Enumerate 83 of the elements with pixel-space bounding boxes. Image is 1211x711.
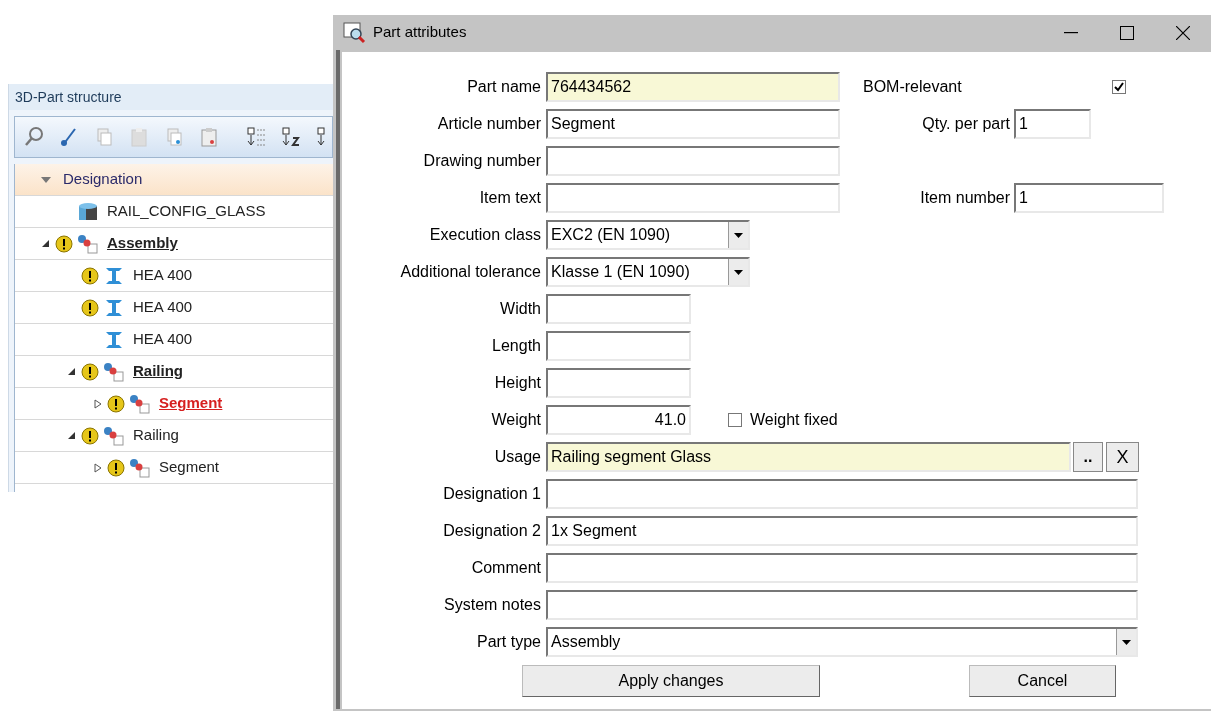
assembly-icon [103, 425, 125, 446]
maximize-icon [1120, 25, 1134, 40]
magnifier-icon [343, 21, 367, 44]
field-label: Designation 2 [442, 521, 542, 541]
tree-item-label[interactable]: HEA 400 [133, 264, 193, 287]
checkbox[interactable] [1112, 80, 1126, 94]
field-label: BOM-relevant [863, 77, 963, 97]
text-field[interactable] [546, 553, 1138, 583]
expanded-arrow-icon[interactable] [41, 238, 51, 249]
tree-item-label[interactable]: Segment [159, 392, 223, 415]
tree-item-label[interactable]: Segment [159, 456, 220, 479]
field-label: Additional tolerance [399, 262, 542, 282]
window-title: Part attributes [373, 22, 468, 43]
panel-title: 3D-Part structure [9, 84, 333, 110]
text-field[interactable]: 1 [1014, 109, 1091, 139]
checkbox-label: Weight fixed [750, 410, 838, 430]
field-label: Item number [919, 188, 1011, 208]
assembly-icon [77, 233, 99, 254]
collapse-tree-icon[interactable] [246, 126, 268, 148]
caret-icon [1122, 639, 1131, 645]
assembly-icon [129, 393, 151, 414]
field-label: Width [499, 299, 542, 319]
tree-item-label[interactable]: Assembly [107, 232, 178, 255]
field-label: System notes [443, 595, 542, 615]
field-label: Weight [490, 410, 542, 430]
clear-button[interactable]: X [1106, 442, 1139, 472]
number-field[interactable]: 41.0 [546, 405, 691, 435]
field-label: Item text [478, 188, 542, 208]
checkbox[interactable] [728, 413, 742, 427]
expanded-arrow-icon[interactable] [67, 430, 77, 441]
field-label: Execution class [428, 225, 542, 245]
tree-item-label[interactable]: HEA 400 [133, 328, 193, 351]
column-header[interactable]: Designation [15, 164, 333, 196]
text-field[interactable]: 1 [1014, 183, 1164, 213]
text-field[interactable] [546, 368, 691, 398]
text-field[interactable] [546, 183, 840, 213]
text-field[interactable] [546, 479, 1138, 509]
expand-level-icon[interactable] [281, 126, 303, 148]
dropdown[interactable]: Klasse 1 (EN 1090) [546, 257, 750, 287]
field-label: Part name [466, 77, 542, 97]
collapsed-arrow-icon[interactable] [93, 398, 103, 409]
field-label: Designation 1 [442, 484, 542, 504]
tree-item-label[interactable]: HEA 400 [133, 296, 193, 319]
browse-button[interactable]: .. [1073, 442, 1103, 472]
assembly-icon [129, 457, 151, 478]
field-label: Comment [470, 558, 542, 578]
database-icon [77, 201, 99, 222]
text-field[interactable] [546, 590, 1138, 620]
sort-arrow-icon [41, 176, 51, 183]
dropdown-button[interactable] [728, 222, 748, 248]
expanded-arrow-icon[interactable] [67, 366, 77, 377]
field-label: Part type [475, 632, 542, 652]
cancel-button[interactable]: Cancel [969, 665, 1116, 697]
tree-item-label[interactable]: RAIL_CONFIG_GLASS [107, 200, 266, 223]
text-field[interactable]: Segment [546, 109, 840, 139]
dropdown[interactable]: Assembly [546, 627, 1138, 657]
minimize-icon [1064, 31, 1078, 34]
text-field[interactable]: Railing segment Glass [546, 442, 1071, 472]
close-icon [1176, 25, 1190, 40]
text-field[interactable]: 764434562 [546, 72, 840, 102]
caret-icon [734, 232, 743, 238]
text-field[interactable]: 1x Segment [546, 516, 1138, 546]
text-field[interactable] [546, 294, 691, 324]
field-label: Article number [436, 114, 542, 134]
collapsed-arrow-icon[interactable] [93, 462, 103, 473]
search-icon[interactable] [23, 126, 45, 148]
tree-item-label[interactable]: Railing [133, 360, 183, 383]
dropdown-button[interactable] [1116, 629, 1136, 655]
field-label: Height [493, 373, 542, 393]
field-label: Length [491, 336, 542, 356]
checkmark-icon [1114, 82, 1124, 92]
text-field[interactable] [546, 146, 840, 176]
apply-button[interactable]: Apply changes [522, 665, 820, 697]
assembly-icon [103, 361, 125, 382]
dropdown[interactable]: EXC2 (EN 1090) [546, 220, 750, 250]
caret-icon [734, 269, 743, 275]
field-label: Usage [493, 447, 542, 467]
dropdown-button[interactable] [728, 259, 748, 285]
paste-icon[interactable] [198, 126, 220, 148]
field-label: Drawing number [422, 151, 542, 171]
field-label: Qty. per part [921, 114, 1011, 134]
text-field[interactable] [546, 331, 691, 361]
tree-item-label[interactable]: Railing [133, 424, 179, 447]
